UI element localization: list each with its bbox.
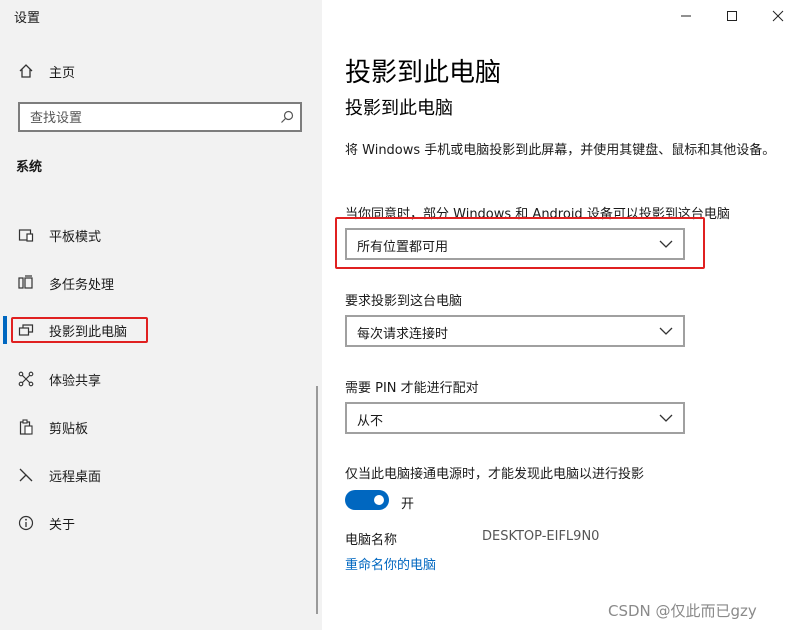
sidebar-item-clipboard[interactable]: 剪贴板: [0, 410, 310, 444]
search-icon[interactable]: [280, 110, 294, 124]
shared-experiences-icon: [18, 371, 34, 387]
power-only-toggle[interactable]: [345, 490, 389, 510]
sidebar-item-label: 多任务处理: [49, 277, 115, 293]
minimize-icon: [681, 15, 691, 17]
search-box[interactable]: [18, 102, 302, 132]
require-pin-value: 从不: [357, 414, 384, 429]
info-icon: [18, 515, 34, 531]
minimize-button[interactable]: [663, 2, 709, 30]
highlight-box-dropdown: [335, 217, 705, 269]
sidebar-item-remote-desktop[interactable]: 远程桌面: [0, 458, 310, 492]
section-heading: 投影到此电脑: [345, 98, 453, 119]
home-icon: [19, 64, 33, 78]
maximize-button[interactable]: [709, 2, 755, 30]
sidebar-item-multitasking[interactable]: 多任务处理: [0, 266, 310, 300]
highlight-box-sidebar: [11, 317, 148, 343]
sidebar-item-home[interactable]: 主页: [0, 54, 310, 88]
close-button[interactable]: [755, 2, 801, 30]
toggle-state-label: 开: [401, 497, 415, 512]
maximize-icon: [727, 11, 737, 21]
page-title: 投影到此电脑: [345, 58, 502, 88]
require-pin-dropdown[interactable]: 从不: [345, 402, 685, 434]
chevron-down-icon: [659, 414, 673, 422]
chevron-down-icon: [659, 327, 673, 335]
pc-name-label: 电脑名称: [345, 533, 398, 548]
sidebar-item-label: 剪贴板: [49, 421, 89, 437]
rename-pc-link[interactable]: 重命名你的电脑: [345, 554, 436, 573]
search-input[interactable]: [28, 108, 272, 128]
sidebar-item-label: 远程桌面: [49, 469, 102, 485]
ask-to-project-value: 每次请求连接时: [357, 327, 449, 342]
page-description: 将 Windows 手机或电脑投影到此屏幕，并使用其键盘、鼠标和其他设备。: [345, 143, 776, 158]
remote-desktop-icon: [19, 468, 33, 482]
sidebar-item-label: 主页: [49, 65, 76, 81]
sidebar-item-label: 关于: [49, 517, 76, 533]
ask-to-project-label: 要求投影到这台电脑: [345, 294, 463, 309]
power-only-label: 仅当此电脑接通电源时，才能发现此电脑以进行投影: [345, 467, 645, 482]
ask-to-project-dropdown[interactable]: 每次请求连接时: [345, 315, 685, 347]
pc-name-value: DESKTOP-EIFL9N0: [482, 529, 600, 544]
sidebar: 设置 主页 系统 平板模式 多任务处理 投: [0, 0, 322, 630]
sidebar-item-shared-experiences[interactable]: 体验共享: [0, 362, 310, 396]
sidebar-scrollbar[interactable]: [316, 386, 318, 614]
app-title: 设置: [14, 11, 41, 26]
watermark: CSDN @仅此而已gzy: [608, 602, 757, 620]
section-title: 系统: [16, 160, 43, 175]
sidebar-item-label: 平板模式: [49, 229, 102, 245]
toggle-knob: [374, 495, 384, 505]
sidebar-item-about[interactable]: 关于: [0, 506, 310, 540]
close-icon: [772, 10, 784, 22]
sidebar-item-tablet-mode[interactable]: 平板模式: [0, 218, 310, 252]
require-pin-label: 需要 PIN 才能进行配对: [345, 381, 479, 396]
multitasking-icon: [18, 275, 33, 289]
clipboard-icon: [19, 419, 33, 435]
tablet-mode-icon: [18, 229, 34, 242]
sidebar-item-label: 体验共享: [49, 373, 102, 389]
